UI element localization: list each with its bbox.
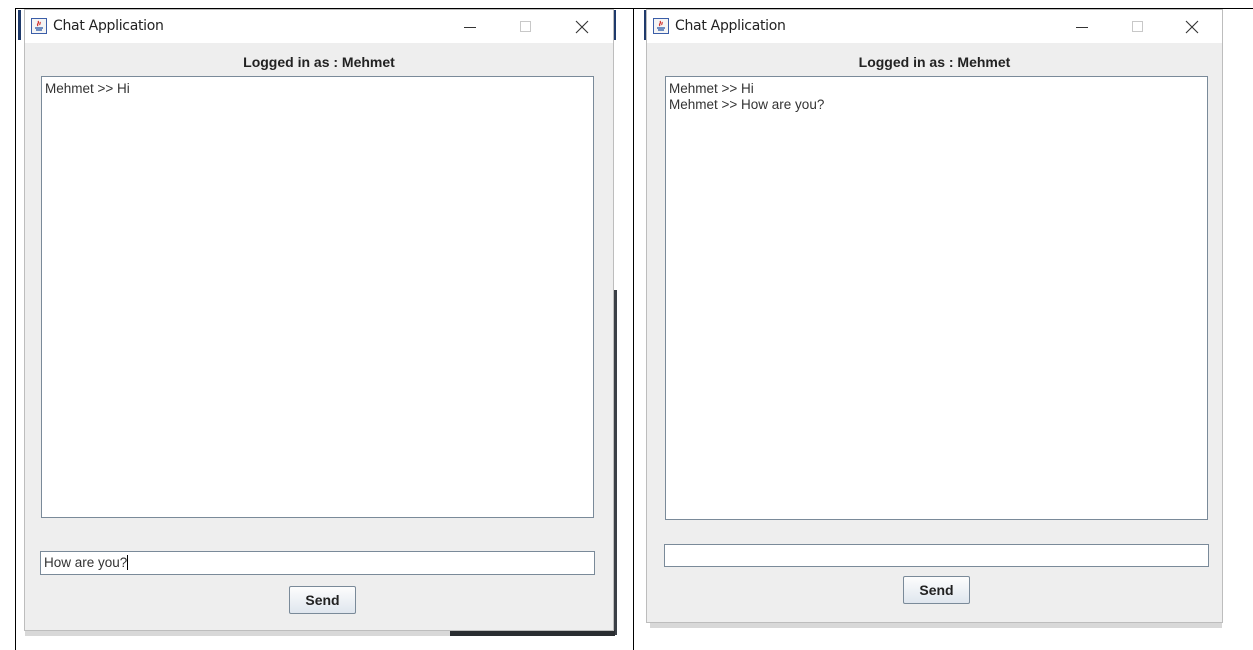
text-caret xyxy=(127,555,129,570)
java-icon xyxy=(653,18,669,34)
maximize-button[interactable] xyxy=(1121,14,1155,40)
minimize-icon xyxy=(1076,27,1088,28)
chat-window-right: Chat Application Logged in as : Mehmet M… xyxy=(647,10,1222,622)
close-button[interactable] xyxy=(565,14,599,40)
minimize-button[interactable] xyxy=(1065,14,1099,40)
close-icon xyxy=(575,20,589,34)
background-window-strip xyxy=(613,290,617,635)
java-icon xyxy=(31,18,47,34)
background-accent-edge-right xyxy=(613,10,616,40)
message-input[interactable]: How are you? xyxy=(40,551,595,575)
chat-message: Mehmet >> Hi xyxy=(669,81,754,96)
close-icon xyxy=(1185,20,1199,34)
table-left-border xyxy=(15,8,16,650)
title-bar[interactable]: Chat Application xyxy=(25,10,613,43)
send-button[interactable]: Send xyxy=(289,586,356,614)
background-taskbar-dark xyxy=(450,630,615,636)
window-title: Chat Application xyxy=(53,18,164,34)
send-button[interactable]: Send xyxy=(903,576,970,604)
minimize-button[interactable] xyxy=(453,14,487,40)
close-button[interactable] xyxy=(1175,14,1209,40)
chat-message: Mehmet >> How are you? xyxy=(669,97,825,112)
maximize-button[interactable] xyxy=(509,14,543,40)
window-title: Chat Application xyxy=(675,18,786,34)
maximize-icon xyxy=(1132,21,1143,32)
table-middle-border xyxy=(633,8,634,650)
maximize-icon xyxy=(520,21,531,32)
background-accent-edge-left xyxy=(18,10,21,40)
message-input-value: How are you? xyxy=(44,555,128,570)
minimize-icon xyxy=(464,27,476,28)
background-taskbar-right xyxy=(650,622,1222,628)
table-top-border xyxy=(15,8,1253,9)
logged-in-label: Logged in as : Mehmet xyxy=(243,54,395,70)
title-bar[interactable]: Chat Application xyxy=(647,10,1222,43)
chat-history[interactable]: Mehmet >> Hi xyxy=(41,76,594,518)
message-input[interactable] xyxy=(664,544,1209,567)
chat-history[interactable]: Mehmet >> Hi Mehmet >> How are you? xyxy=(665,76,1208,520)
chat-message: Mehmet >> Hi xyxy=(45,81,130,96)
chat-window-left: Chat Application Logged in as : Mehmet M… xyxy=(25,10,613,630)
logged-in-label: Logged in as : Mehmet xyxy=(858,54,1011,70)
